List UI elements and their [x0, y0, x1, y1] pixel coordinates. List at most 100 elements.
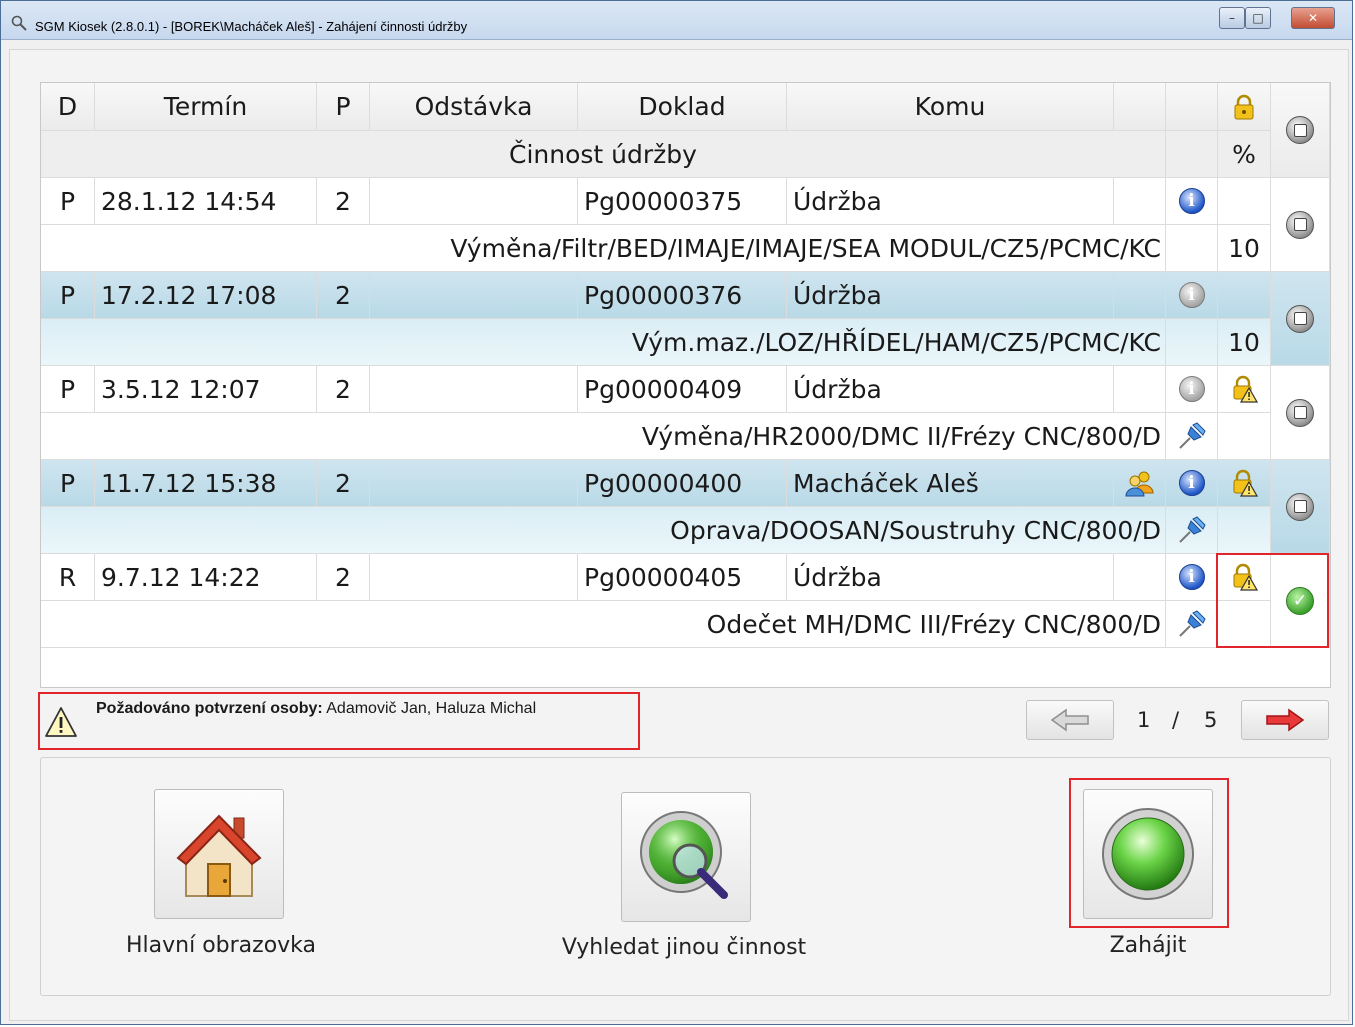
prev-page-button[interactable]	[1026, 700, 1114, 740]
cell-komu[interactable]: Údržba	[787, 178, 1114, 225]
col-header-percent: %	[1218, 131, 1271, 178]
stop-icon[interactable]	[1286, 304, 1314, 333]
col-header-status	[1271, 83, 1330, 178]
cell-p[interactable]: 2	[317, 554, 370, 601]
ok-icon[interactable]: ✓	[1286, 586, 1314, 615]
info-icon[interactable]: i	[1178, 188, 1205, 214]
house-icon	[176, 814, 262, 897]
cell-d[interactable]: P	[41, 272, 95, 319]
cell-odstavka[interactable]	[370, 460, 578, 507]
arrow-left-icon	[1050, 708, 1089, 732]
page-total: 5	[1204, 708, 1218, 732]
col-header-p[interactable]: P	[317, 83, 370, 131]
cell-komu[interactable]: Údržba	[787, 366, 1114, 413]
cell-lock	[1218, 178, 1271, 225]
cell-p[interactable]: 2	[317, 366, 370, 413]
cell-d[interactable]: P	[41, 366, 95, 413]
cell-komu[interactable]: Macháček Aleš	[787, 460, 1114, 507]
close-button[interactable]: ✕	[1291, 7, 1335, 29]
cell-info: i	[1166, 554, 1218, 601]
stop-icon[interactable]	[1286, 116, 1314, 144]
subheader-activity: Činnost údržby	[41, 131, 1166, 178]
stop-icon[interactable]	[1286, 492, 1314, 521]
lock-warning-icon	[1233, 563, 1258, 591]
row-description[interactable]: Výměna/HR2000/DMC II/Frézy CNC/800/D	[41, 413, 1166, 460]
warning-icon	[45, 707, 77, 737]
cell-doklad[interactable]: Pg00000400	[578, 460, 787, 507]
cell-p[interactable]: 2	[317, 460, 370, 507]
cell-termin[interactable]: 9.7.12 14:22	[95, 554, 317, 601]
cell-doklad[interactable]: Pg00000375	[578, 178, 787, 225]
cell-termin[interactable]: 3.5.12 12:07	[95, 366, 317, 413]
cell-info: i	[1166, 366, 1218, 413]
cell-extra	[1114, 554, 1166, 601]
row-description[interactable]: Odečet MH/DMC III/Frézy CNC/800/D	[41, 601, 1166, 648]
cell-p[interactable]: 2	[317, 272, 370, 319]
cell-percent: 10	[1218, 319, 1271, 366]
cell-p[interactable]: 2	[317, 178, 370, 225]
pin-icon[interactable]	[1177, 515, 1207, 545]
cell-doklad[interactable]: Pg00000405	[578, 554, 787, 601]
arrow-right-icon	[1266, 708, 1305, 732]
group-users-icon[interactable]	[1124, 469, 1155, 497]
stop-icon[interactable]	[1286, 398, 1314, 427]
cell-status	[1271, 178, 1330, 272]
cell-status	[1271, 460, 1330, 554]
cell-odstavka[interactable]	[370, 554, 578, 601]
warning-persons: Adamovič Jan, Haluza Michal	[322, 700, 537, 717]
cell-doklad[interactable]: Pg00000376	[578, 272, 787, 319]
info-disabled-icon[interactable]: i	[1178, 376, 1205, 402]
warning-label: Požadováno potvrzení osoby:	[96, 700, 323, 717]
cell-d[interactable]: P	[41, 178, 95, 225]
cell-termin[interactable]: 28.1.12 14:54	[95, 178, 317, 225]
col-header-odstavka[interactable]: Odstávka	[370, 83, 578, 131]
cell-odstavka[interactable]	[370, 272, 578, 319]
maximize-button[interactable]: □	[1245, 7, 1271, 29]
cell-lock	[1218, 460, 1271, 507]
cell-status: ✓	[1271, 554, 1330, 648]
minimize-button[interactable]: –	[1219, 7, 1245, 29]
col-header-komu[interactable]: Komu	[787, 83, 1114, 131]
warning-text: Požadováno potvrzení osoby: Adamovič Jan…	[96, 700, 536, 718]
cell-extra	[1114, 178, 1166, 225]
col-header-extra	[1114, 83, 1166, 131]
cell-termin[interactable]: 11.7.12 15:38	[95, 460, 317, 507]
cell-d[interactable]: R	[41, 554, 95, 601]
start-button[interactable]	[1083, 789, 1213, 919]
search-activity-label: Vyhledat jinou činnost	[561, 935, 807, 960]
cell-status	[1271, 366, 1330, 460]
row-description[interactable]: Oprava/DOOSAN/Soustruhy CNC/800/D	[41, 507, 1166, 554]
home-button[interactable]	[154, 789, 284, 919]
cell-percent	[1218, 601, 1271, 648]
stop-icon[interactable]	[1286, 210, 1314, 239]
green-light-icon	[1102, 808, 1194, 900]
cell-doklad[interactable]: Pg00000409	[578, 366, 787, 413]
col-header-doklad[interactable]: Doklad	[578, 83, 787, 131]
row-description[interactable]: Výměna/Filtr/BED/IMAJE/IMAJE/SEA MODUL/C…	[41, 225, 1166, 272]
info-disabled-icon[interactable]: i	[1178, 282, 1205, 308]
info-icon[interactable]: i	[1178, 564, 1205, 590]
cell-info: i	[1166, 272, 1218, 319]
page-separator: /	[1172, 708, 1180, 732]
row-description[interactable]: Vým.maz./LOZ/HŘÍDEL/HAM/CZ5/PCMC/KC	[41, 319, 1166, 366]
search-activity-button[interactable]	[621, 792, 751, 922]
next-page-button[interactable]	[1241, 700, 1329, 740]
col-header-d[interactable]: D	[41, 83, 95, 131]
cell-lock	[1218, 554, 1271, 601]
cell-extra	[1114, 460, 1166, 507]
cell-odstavka[interactable]	[370, 366, 578, 413]
title-bar: SGM Kiosek (2.8.0.1) - [BOREK\Macháček A…	[1, 1, 1352, 40]
pin-icon[interactable]	[1177, 609, 1207, 639]
cell-komu[interactable]: Údržba	[787, 554, 1114, 601]
pin-icon[interactable]	[1177, 421, 1207, 451]
cell-odstavka[interactable]	[370, 178, 578, 225]
app-logo-icon	[11, 15, 27, 31]
cell-percent	[1218, 413, 1271, 460]
start-label: Zahájit	[1109, 933, 1187, 958]
cell-d[interactable]: P	[41, 460, 95, 507]
cell-komu[interactable]: Údržba	[787, 272, 1114, 319]
cell-termin[interactable]: 17.2.12 17:08	[95, 272, 317, 319]
cell-extra	[1114, 272, 1166, 319]
col-header-termin[interactable]: Termín	[95, 83, 317, 131]
info-icon[interactable]: i	[1178, 470, 1205, 496]
